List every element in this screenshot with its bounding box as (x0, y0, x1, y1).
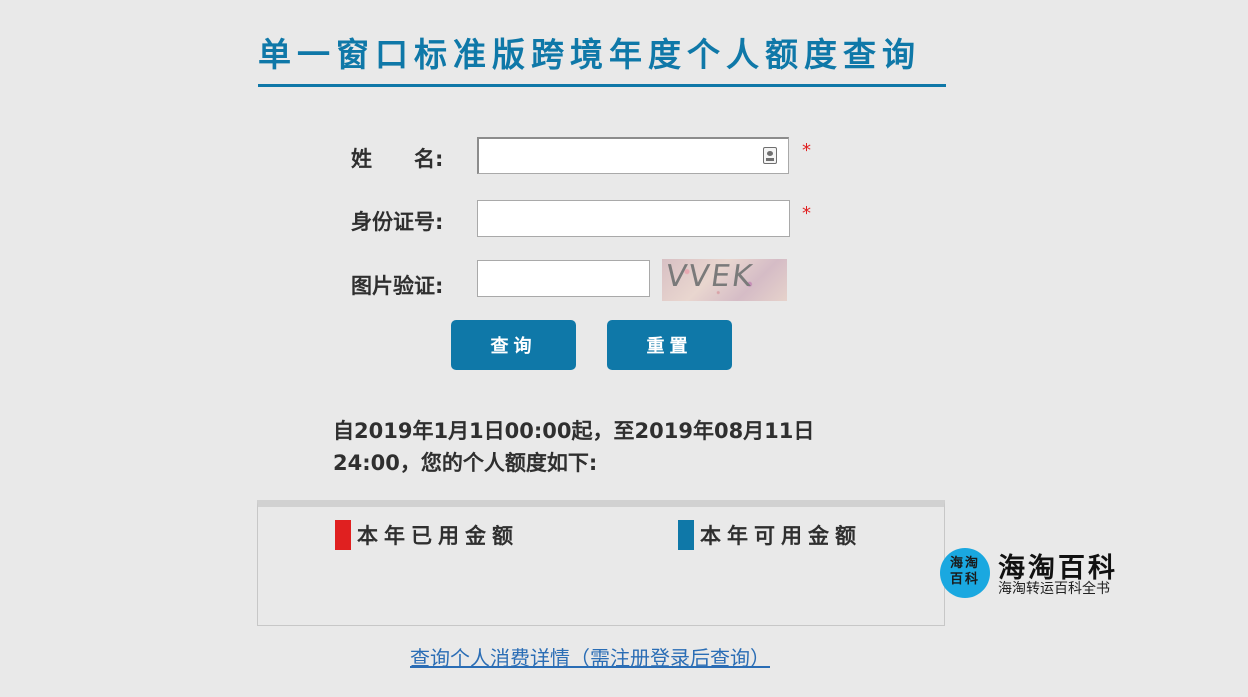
captcha-image-text: VVEK (663, 259, 757, 294)
name-label: 姓 名: (351, 143, 443, 173)
captcha-label: 图片验证: (351, 274, 444, 298)
name-label-part2: 名: (414, 147, 444, 171)
required-mark-name: * (802, 140, 811, 161)
name-input[interactable] (477, 137, 789, 174)
contact-card-icon[interactable] (763, 147, 777, 164)
page-title: 单一窗口标准版跨境年度个人额度查询 (258, 35, 921, 74)
watermark-subtitle: 海淘转运百科全书 (998, 581, 1110, 597)
legend-used-amount: 本年已用金额 (335, 520, 519, 550)
watermark: 海淘 百科 海淘百科 海淘转运百科全书 (940, 548, 1140, 600)
query-button[interactable]: 查询 (451, 320, 576, 370)
quota-panel (257, 500, 945, 626)
watermark-logo-line1: 海淘 (949, 556, 980, 571)
consumption-detail-link[interactable]: 查询个人消费详情（需注册登录后查询） (410, 642, 770, 671)
used-color-swatch (335, 520, 351, 550)
quota-notice: 自2019年1月1日00:00起，至2019年08月11日 24:00，您的个人… (333, 419, 815, 475)
available-color-swatch (678, 520, 694, 550)
id-number-input[interactable] (477, 200, 790, 237)
title-underline (258, 84, 946, 87)
required-mark-id: * (802, 203, 811, 224)
watermark-logo-line2: 百科 (949, 572, 980, 587)
reset-button[interactable]: 重置 (607, 320, 732, 370)
used-amount-label: 本年已用金额 (357, 524, 519, 548)
name-label-part1: 姓 (351, 147, 372, 171)
watermark-logo: 海淘 百科 (940, 548, 990, 598)
legend-available-amount: 本年可用金额 (678, 520, 862, 550)
page: 单一窗口标准版跨境年度个人额度查询 姓 名: * 身份证号: * 图片验证: VV… (0, 0, 1248, 697)
id-number-label: 身份证号: (351, 210, 444, 234)
captcha-input[interactable] (477, 260, 650, 297)
captcha-image[interactable]: VVEK (662, 259, 787, 301)
available-amount-label: 本年可用金额 (700, 524, 862, 548)
